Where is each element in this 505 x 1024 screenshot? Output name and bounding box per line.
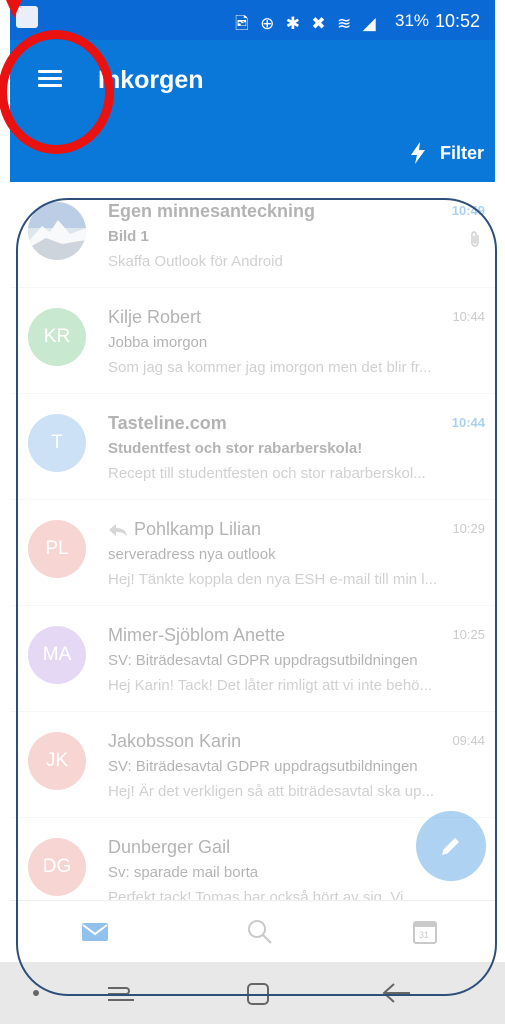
message-row[interactable]: PL Pohlkamp Lilian 10:29 serveradress ny… — [10, 500, 495, 606]
compose-button[interactable] — [416, 811, 486, 881]
battery-level: 31% — [395, 11, 430, 30]
sender-name: Dunberger Gail — [108, 837, 231, 857]
sender-name: Pohlkamp Lilian — [134, 519, 262, 539]
avatar — [28, 202, 86, 260]
message-preview: Hej! Är det verkligen så att biträdesavt… — [108, 783, 434, 800]
app-bar: Inkorgen Filter — [10, 40, 495, 182]
message-row[interactable]: Egen minnesanteckning 10:49 Bild 1 Skaff… — [10, 182, 495, 288]
filter-label: Filter — [440, 142, 485, 163]
message-time: 10:25 — [452, 627, 485, 642]
recent-apps-icon[interactable] — [104, 980, 138, 1006]
message-time: 10:29 — [452, 521, 485, 536]
attachment-icon — [471, 231, 479, 247]
sender-name: Kilje Robert — [108, 307, 202, 327]
sender-name: Tasteline.com — [108, 413, 227, 433]
status-icons: 🖻 ⊕ ✱ ✖ ≋ ◢ — [235, 14, 379, 34]
message-preview: Recept till studentfesten och stor rabar… — [108, 465, 426, 482]
message-preview: Som jag sa kommer jag imorgon men det bl… — [108, 359, 432, 376]
mail-icon[interactable] — [80, 917, 110, 947]
message-row[interactable]: KR Kilje Robert 10:44 Jobba imorgon Som … — [10, 288, 495, 394]
notification-app-icon — [16, 6, 38, 28]
message-subject: Studentfest och stor rabarberskola! — [108, 440, 363, 457]
message-subject: serveradress nya outlook — [108, 546, 276, 563]
sender-name-with-reply: Pohlkamp Lilian — [108, 519, 261, 540]
menu-icon-line — [38, 77, 62, 80]
message-preview: Skaffa Outlook för Android — [108, 253, 283, 270]
filter-button[interactable]: Filter — [408, 140, 484, 166]
message-subject: SV: Biträdesavtal GDPR uppdragsutbildnin… — [108, 758, 418, 775]
sender-name: Egen minnesanteckning — [108, 201, 316, 221]
avatar: MA — [28, 626, 86, 684]
reply-icon — [109, 524, 127, 537]
message-subject: SV: Biträdesavtal GDPR uppdragsutbildnin… — [108, 652, 418, 669]
calendar-day: 31 — [419, 930, 430, 940]
bottom-nav: 31 — [10, 900, 495, 962]
message-time: 10:44 — [452, 309, 485, 324]
back-icon[interactable] — [380, 980, 414, 1006]
avatar: JK — [28, 732, 86, 790]
mountain-photo-icon — [28, 202, 86, 260]
menu-icon-line — [38, 70, 62, 73]
message-time: 09:44 — [452, 733, 485, 748]
menu-button[interactable] — [38, 70, 64, 92]
message-subject: Jobba imorgon — [108, 334, 208, 351]
system-nav-bar — [0, 962, 505, 1024]
message-preview: Hej! Tänkte koppla den nya ESH e-mail ti… — [108, 571, 438, 588]
message-row[interactable]: MA Mimer-Sjöblom Anette 10:25 SV: Biträd… — [10, 606, 495, 712]
nav-dot-icon — [33, 990, 39, 996]
clock: 10:52 — [435, 11, 481, 31]
message-preview: Hej Karin! Tack! Det låter rimligt att v… — [108, 677, 433, 694]
calendar-icon[interactable]: 31 — [410, 917, 440, 947]
sender-name: Mimer-Sjöblom Anette — [108, 625, 286, 645]
menu-icon-line — [38, 84, 62, 87]
sender-name: Jakobsson Karin — [108, 731, 242, 751]
message-list[interactable]: Egen minnesanteckning 10:49 Bild 1 Skaff… — [10, 182, 495, 900]
search-icon[interactable] — [245, 917, 275, 947]
message-subject: Bild 1 — [108, 228, 149, 245]
avatar: KR — [28, 308, 86, 366]
page-title: Inkorgen — [98, 66, 204, 94]
avatar: PL — [28, 520, 86, 578]
message-time: 10:44 — [451, 415, 485, 430]
status-bar: 🖻 ⊕ ✱ ✖ ≋ ◢ 31% 10:52 — [10, 0, 495, 40]
message-preview: Perfekt tack! Tomas har också hört av si… — [108, 889, 416, 900]
compose-pencil-icon — [442, 838, 459, 855]
filter-bolt-icon — [411, 142, 425, 164]
message-row[interactable]: T Tasteline.com 10:44 Studentfest och st… — [10, 394, 495, 500]
outlook-inbox-screen: 🖻 ⊕ ✱ ✖ ≋ ◢ 31% 10:52 Inkorgen Filter Eg… — [0, 0, 505, 1024]
avatar: T — [28, 414, 86, 472]
avatar: DG — [28, 838, 86, 896]
message-row[interactable]: JK Jakobsson Karin 09:44 SV: Biträdesavt… — [10, 712, 495, 818]
home-icon[interactable] — [244, 980, 272, 1008]
message-time: 10:49 — [451, 203, 485, 218]
